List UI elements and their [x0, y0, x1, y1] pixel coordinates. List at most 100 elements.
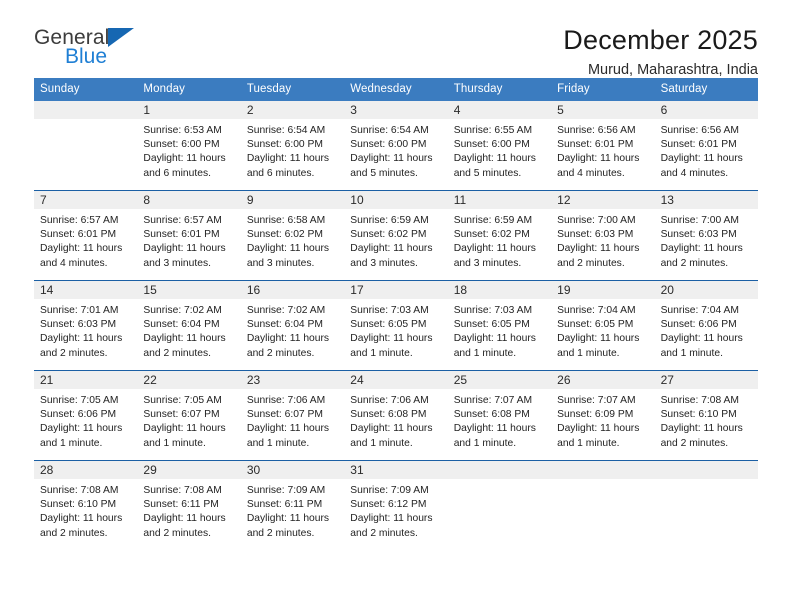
calendar-day-cell[interactable]: 21 Sunrise: 7:05 AM Sunset: 6:06 PM Dayligh… — [34, 371, 138, 460]
day-details: Sunrise: 6:57 AM Sunset: 6:01 PM Daylight:… — [34, 209, 137, 271]
calendar-day-cell[interactable]: 11 Sunrise: 6:59 AM Sunset: 6:02 PM Dayligh… — [447, 191, 552, 280]
day-sunset-text: Sunset: 6:00 PM — [246, 139, 323, 151]
day-details: Sunrise: 6:54 AM Sunset: 6:00 PM Daylight:… — [241, 119, 344, 181]
calendar-day-cell[interactable]: 8 Sunrise: 6:57 AM Sunset: 6:01 PM Daylight… — [137, 191, 241, 280]
calendar-day-cell[interactable]: 23 Sunrise: 7:06 AM Sunset: 6:07 PM Dayligh… — [240, 371, 345, 460]
day-sunrise-text: Sunrise: 7:07 AM — [557, 395, 636, 406]
day-sunset-text: Sunset: 6:02 PM — [453, 229, 530, 241]
calendar-day-cell[interactable]: 13 Sunrise: 7:00 AM Sunset: 6:03 PM Dayligh… — [654, 191, 758, 280]
day-number: 24 — [344, 371, 448, 389]
calendar-day-cell[interactable]: 12 Sunrise: 7:00 AM Sunset: 6:03 PM Dayligh… — [551, 191, 655, 280]
calendar-day-cell[interactable]: 28 Sunrise: 7:08 AM Sunset: 6:10 PM Dayligh… — [34, 461, 138, 550]
day-number: 15 — [137, 281, 241, 299]
day-daylight2-text: and 1 minute. — [557, 347, 620, 359]
day-daylight2-text: and 2 minutes. — [557, 257, 625, 269]
calendar-day-cell[interactable]: 6 Sunrise: 6:56 AM Sunset: 6:01 PM Daylight… — [654, 101, 758, 190]
day-details: Sunrise: 6:55 AM Sunset: 6:00 PM Daylight:… — [448, 119, 551, 181]
day-details: Sunrise: 7:00 AM Sunset: 6:03 PM Daylight:… — [655, 209, 758, 271]
day-daylight2-text: and 4 minutes. — [557, 167, 625, 179]
calendar-day-cell[interactable]: 27 Sunrise: 7:08 AM Sunset: 6:10 PM Dayligh… — [654, 371, 758, 460]
day-daylight1-text: Daylight: 11 hours — [40, 333, 123, 345]
day-number — [551, 461, 655, 479]
day-details: Sunrise: 7:09 AM Sunset: 6:11 PM Daylight:… — [241, 479, 344, 541]
calendar-day-cell[interactable]: 29 Sunrise: 7:08 AM Sunset: 6:11 PM Dayligh… — [137, 461, 241, 550]
calendar-day-cell[interactable]: 9 Sunrise: 6:58 AM Sunset: 6:02 PM Daylight… — [240, 191, 345, 280]
day-daylight1-text: Daylight: 11 hours — [246, 333, 330, 345]
calendar-page: General Blue December 2025 Murud, Mahara… — [0, 0, 792, 612]
day-daylight2-text: and 6 minutes. — [246, 167, 315, 179]
day-daylight2-text: and 2 minutes. — [246, 527, 315, 539]
day-sunrise-text: Sunrise: 6:53 AM — [143, 125, 222, 136]
day-sunset-text: Sunset: 6:03 PM — [40, 319, 117, 331]
calendar-day-cell[interactable]: 19 Sunrise: 7:04 AM Sunset: 6:05 PM Dayligh… — [551, 281, 655, 370]
day-sunset-text: Sunset: 6:02 PM — [246, 229, 323, 241]
calendar-day-cell[interactable]: 1 Sunrise: 6:53 AM Sunset: 6:00 PM Daylight… — [137, 101, 241, 190]
calendar-day-cell[interactable]: 3 Sunrise: 6:54 AM Sunset: 6:00 PM Daylight… — [344, 101, 448, 190]
day-sunset-text: Sunset: 6:10 PM — [660, 409, 737, 421]
weekday-header-monday: Monday — [143, 83, 185, 95]
calendar-week-row: 21 Sunrise: 7:05 AM Sunset: 6:06 PM Dayligh… — [34, 370, 758, 460]
calendar-day-cell[interactable]: 24 Sunrise: 7:06 AM Sunset: 6:08 PM Dayligh… — [344, 371, 448, 460]
day-sunrise-text: Sunrise: 7:05 AM — [143, 395, 222, 406]
day-daylight2-text: and 6 minutes. — [143, 167, 211, 179]
calendar-day-cell[interactable]: 14 Sunrise: 7:01 AM Sunset: 6:03 PM Dayligh… — [34, 281, 138, 370]
day-sunset-text: Sunset: 6:10 PM — [40, 499, 117, 511]
day-details: Sunrise: 7:07 AM Sunset: 6:08 PM Daylight:… — [448, 389, 551, 451]
day-sunrise-text: Sunrise: 6:56 AM — [557, 125, 636, 136]
calendar-day-cell[interactable]: 17 Sunrise: 7:03 AM Sunset: 6:05 PM Dayligh… — [344, 281, 448, 370]
day-sunrise-text: Sunrise: 6:56 AM — [660, 125, 739, 136]
day-daylight2-text: and 2 minutes. — [40, 347, 108, 359]
day-number — [654, 461, 758, 479]
calendar-day-cell[interactable]: 10 Sunrise: 6:59 AM Sunset: 6:02 PM Dayligh… — [344, 191, 448, 280]
day-number: 30 — [240, 461, 345, 479]
calendar-day-cell[interactable]: 5 Sunrise: 6:56 AM Sunset: 6:01 PM Daylight… — [551, 101, 655, 190]
calendar-day-cell[interactable]: 22 Sunrise: 7:05 AM Sunset: 6:07 PM Dayligh… — [137, 371, 241, 460]
day-number: 6 — [654, 101, 758, 119]
day-daylight2-text: and 2 minutes. — [143, 347, 211, 359]
generalblue-logo: General Blue — [34, 22, 150, 67]
day-sunrise-text: Sunrise: 6:54 AM — [350, 125, 429, 136]
day-details: Sunrise: 7:08 AM Sunset: 6:10 PM Daylight:… — [34, 479, 137, 541]
day-number: 1 — [137, 101, 241, 119]
day-details: Sunrise: 7:04 AM Sunset: 6:06 PM Daylight:… — [655, 299, 758, 361]
weekday-header-wednesday: Wednesday — [350, 83, 412, 95]
logo-text-general: General — [34, 27, 135, 49]
day-number: 18 — [447, 281, 552, 299]
calendar-empty-cell — [34, 101, 138, 190]
day-number: 21 — [34, 371, 138, 389]
calendar-day-cell[interactable]: 25 Sunrise: 7:07 AM Sunset: 6:08 PM Dayligh… — [447, 371, 552, 460]
weekday-header-sunday: Sunday — [40, 83, 80, 95]
day-daylight1-text: Daylight: 11 hours — [246, 513, 330, 525]
day-sunset-text: Sunset: 6:05 PM — [453, 319, 530, 331]
day-details: Sunrise: 7:04 AM Sunset: 6:05 PM Daylight:… — [551, 299, 654, 361]
day-daylight2-text: and 1 minute. — [660, 347, 723, 359]
day-sunset-text: Sunset: 6:08 PM — [350, 409, 427, 421]
calendar-day-cell[interactable]: 15 Sunrise: 7:02 AM Sunset: 6:04 PM Dayligh… — [137, 281, 241, 370]
day-sunrise-text: Sunrise: 7:02 AM — [246, 305, 326, 316]
day-daylight1-text: Daylight: 11 hours — [143, 153, 226, 165]
day-details: Sunrise: 6:56 AM Sunset: 6:01 PM Daylight:… — [655, 119, 758, 181]
day-details: Sunrise: 7:09 AM Sunset: 6:12 PM Daylight:… — [344, 479, 447, 541]
day-number: 26 — [551, 371, 655, 389]
day-sunset-text: Sunset: 6:06 PM — [660, 319, 737, 331]
day-sunrise-text: Sunrise: 6:54 AM — [246, 125, 326, 136]
day-daylight2-text: and 3 minutes. — [453, 257, 522, 269]
day-sunset-text: Sunset: 6:01 PM — [557, 139, 634, 151]
day-daylight2-text: and 1 minute. — [350, 347, 413, 359]
day-daylight1-text: Daylight: 11 hours — [453, 333, 536, 345]
calendar-day-cell[interactable]: 31 Sunrise: 7:09 AM Sunset: 6:12 PM Dayligh… — [344, 461, 448, 550]
day-sunset-text: Sunset: 6:05 PM — [350, 319, 427, 331]
day-number: 13 — [654, 191, 758, 209]
day-details: Sunrise: 7:08 AM Sunset: 6:10 PM Daylight:… — [655, 389, 758, 451]
calendar-day-cell[interactable]: 4 Sunrise: 6:55 AM Sunset: 6:00 PM Daylight… — [447, 101, 552, 190]
day-number: 20 — [654, 281, 758, 299]
calendar-day-cell[interactable]: 30 Sunrise: 7:09 AM Sunset: 6:11 PM Dayligh… — [240, 461, 345, 550]
calendar-day-cell[interactable]: 2 Sunrise: 6:54 AM Sunset: 6:00 PM Daylight… — [240, 101, 345, 190]
calendar-day-cell[interactable]: 7 Sunrise: 6:57 AM Sunset: 6:01 PM Daylight… — [34, 191, 138, 280]
calendar-day-cell[interactable]: 20 Sunrise: 7:04 AM Sunset: 6:06 PM Dayligh… — [654, 281, 758, 370]
calendar-day-cell[interactable]: 16 Sunrise: 7:02 AM Sunset: 6:04 PM Dayligh… — [240, 281, 345, 370]
day-sunrise-text: Sunrise: 7:09 AM — [246, 485, 326, 496]
calendar-day-cell[interactable]: 26 Sunrise: 7:07 AM Sunset: 6:09 PM Dayligh… — [551, 371, 655, 460]
day-daylight1-text: Daylight: 11 hours — [453, 153, 536, 165]
calendar-day-cell[interactable]: 18 Sunrise: 7:03 AM Sunset: 6:05 PM Dayligh… — [447, 281, 552, 370]
